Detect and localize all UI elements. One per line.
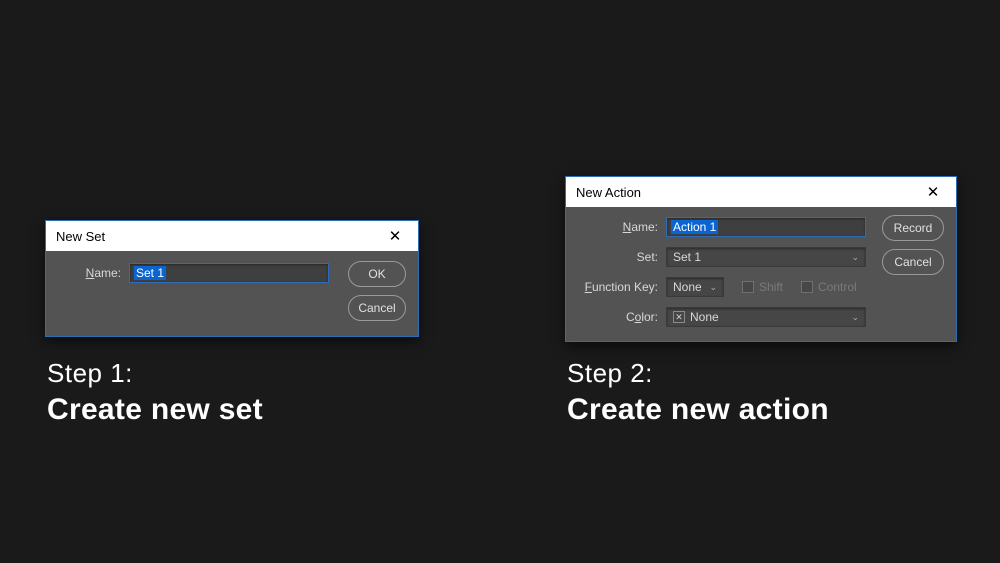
color-label: Color: xyxy=(568,310,658,324)
dialog-title: New Set xyxy=(56,229,105,244)
step-2-title: Create new action xyxy=(567,393,829,427)
dialog-buttons: Record Cancel xyxy=(882,215,944,275)
name-input[interactable]: Set 1 xyxy=(129,263,329,283)
step-2-label: Step 2: xyxy=(567,358,829,389)
name-row: Name: Set 1 xyxy=(56,263,329,283)
chevron-down-icon: ⌄ xyxy=(709,282,717,293)
function-key-row: Function Key: None ⌄ Shift Control xyxy=(568,277,857,297)
ok-button[interactable]: OK xyxy=(348,261,406,287)
close-icon[interactable]: ✕ xyxy=(918,182,948,202)
set-row: Set: Set 1 ⌄ xyxy=(568,247,866,267)
step-1-title: Create new set xyxy=(47,393,263,427)
dialog-titlebar: New Set ✕ xyxy=(46,221,418,251)
chevron-down-icon: ⌄ xyxy=(851,312,859,323)
shift-label: Shift xyxy=(759,280,783,294)
function-key-label: Function Key: xyxy=(568,280,658,294)
dialog-buttons: OK Cancel xyxy=(348,261,406,321)
step-2-caption: Step 2: Create new action xyxy=(567,358,829,427)
color-row: Color: ✕ None ⌄ xyxy=(568,307,866,327)
record-button[interactable]: Record xyxy=(882,215,944,241)
set-dropdown-value: Set 1 xyxy=(673,250,701,264)
none-color-icon: ✕ xyxy=(673,311,685,323)
shift-checkbox[interactable] xyxy=(742,281,754,293)
set-label: Set: xyxy=(568,250,658,264)
cancel-button[interactable]: Cancel xyxy=(882,249,944,275)
set-dropdown[interactable]: Set 1 ⌄ xyxy=(666,247,866,267)
function-key-value: None xyxy=(673,280,702,294)
name-label: Name: xyxy=(56,266,121,280)
color-dropdown-value: None xyxy=(690,310,719,324)
name-label: Name: xyxy=(568,220,658,234)
close-icon[interactable]: ✕ xyxy=(380,226,410,246)
step-1-caption: Step 1: Create new set xyxy=(47,358,263,427)
chevron-down-icon: ⌄ xyxy=(851,252,859,263)
cancel-button[interactable]: Cancel xyxy=(348,295,406,321)
step-1-label: Step 1: xyxy=(47,358,263,389)
control-label: Control xyxy=(818,280,857,294)
new-set-dialog: New Set ✕ Name: Set 1 OK Cancel xyxy=(45,220,419,337)
name-row: Name: Action 1 xyxy=(568,217,866,237)
function-key-dropdown[interactable]: None ⌄ xyxy=(666,277,724,297)
dialog-titlebar: New Action ✕ xyxy=(566,177,956,207)
dialog-body: Name: Action 1 Set: Set 1 ⌄ Function Key… xyxy=(566,207,956,341)
dialog-body: Name: Set 1 OK Cancel xyxy=(46,251,418,336)
control-checkbox[interactable] xyxy=(801,281,813,293)
new-action-dialog: New Action ✕ Name: Action 1 Set: Set 1 ⌄… xyxy=(565,176,957,342)
dialog-title: New Action xyxy=(576,185,641,200)
color-dropdown[interactable]: ✕ None ⌄ xyxy=(666,307,866,327)
name-input[interactable]: Action 1 xyxy=(666,217,866,237)
